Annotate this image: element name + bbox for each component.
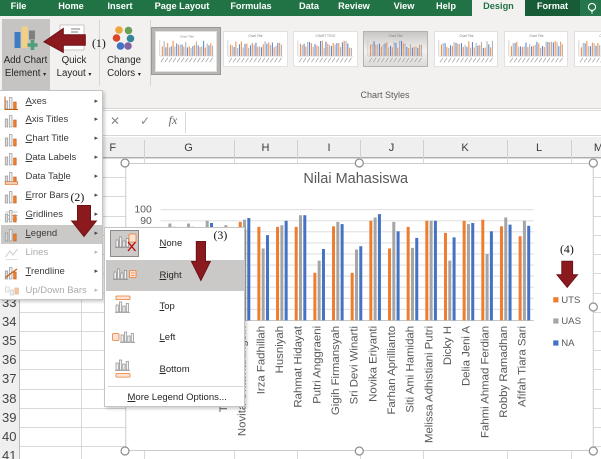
svg-text:Rahmat Hidayat: Rahmat Hidayat (293, 325, 305, 408)
svg-text:Farhan Aprillianto: Farhan Aprillianto (386, 326, 398, 415)
svg-text:Sri Devi Winarti: Sri Devi Winarti (349, 326, 361, 404)
svg-text:NA: NA (561, 338, 575, 349)
svg-text:Siti Ami Hamidah: Siti Ami Hamidah (405, 326, 417, 413)
svg-text:Dicky H: Dicky H (442, 326, 454, 365)
svg-text:Gigih Firmansyah: Gigih Firmansyah (330, 326, 342, 415)
svg-text:100: 100 (134, 205, 152, 216)
svg-text:Chart Title: Chart Title (179, 34, 193, 38)
svg-text:Chart Title: Chart Title (389, 34, 404, 38)
svg-text:UAS: UAS (561, 316, 581, 327)
svg-text:Robby Ramadhan: Robby Ramadhan (498, 326, 510, 418)
svg-text:Afifah Tiara Sari: Afifah Tiara Sari (517, 326, 529, 407)
svg-text:Melissa Adhistiani Putri: Melissa Adhistiani Putri (423, 326, 435, 443)
svg-text:Novika Eriyanti: Novika Eriyanti (367, 326, 379, 402)
svg-text:UTS: UTS (561, 295, 580, 306)
svg-text:Chart Title: Chart Title (248, 34, 263, 38)
svg-text:Chart Title: Chart Title (529, 34, 544, 38)
svg-text:Irza Fadhillah: Irza Fadhillah (255, 326, 267, 394)
svg-text:90: 90 (140, 216, 152, 227)
svg-text:Fahmi Ahmad Ferdian: Fahmi Ahmad Ferdian (479, 326, 491, 438)
svg-text:CHART TITLE: CHART TITLE (316, 34, 336, 38)
svg-text:Chart Title: Chart Title (459, 34, 474, 38)
svg-text:Husniyah: Husniyah (274, 326, 286, 374)
svg-text:Nilai Mahasiswa: Nilai Mahasiswa (303, 171, 409, 187)
svg-text:Putri Anggraeni: Putri Anggraeni (311, 326, 323, 404)
svg-text:Delia Jeni A: Delia Jeni A (461, 326, 473, 387)
